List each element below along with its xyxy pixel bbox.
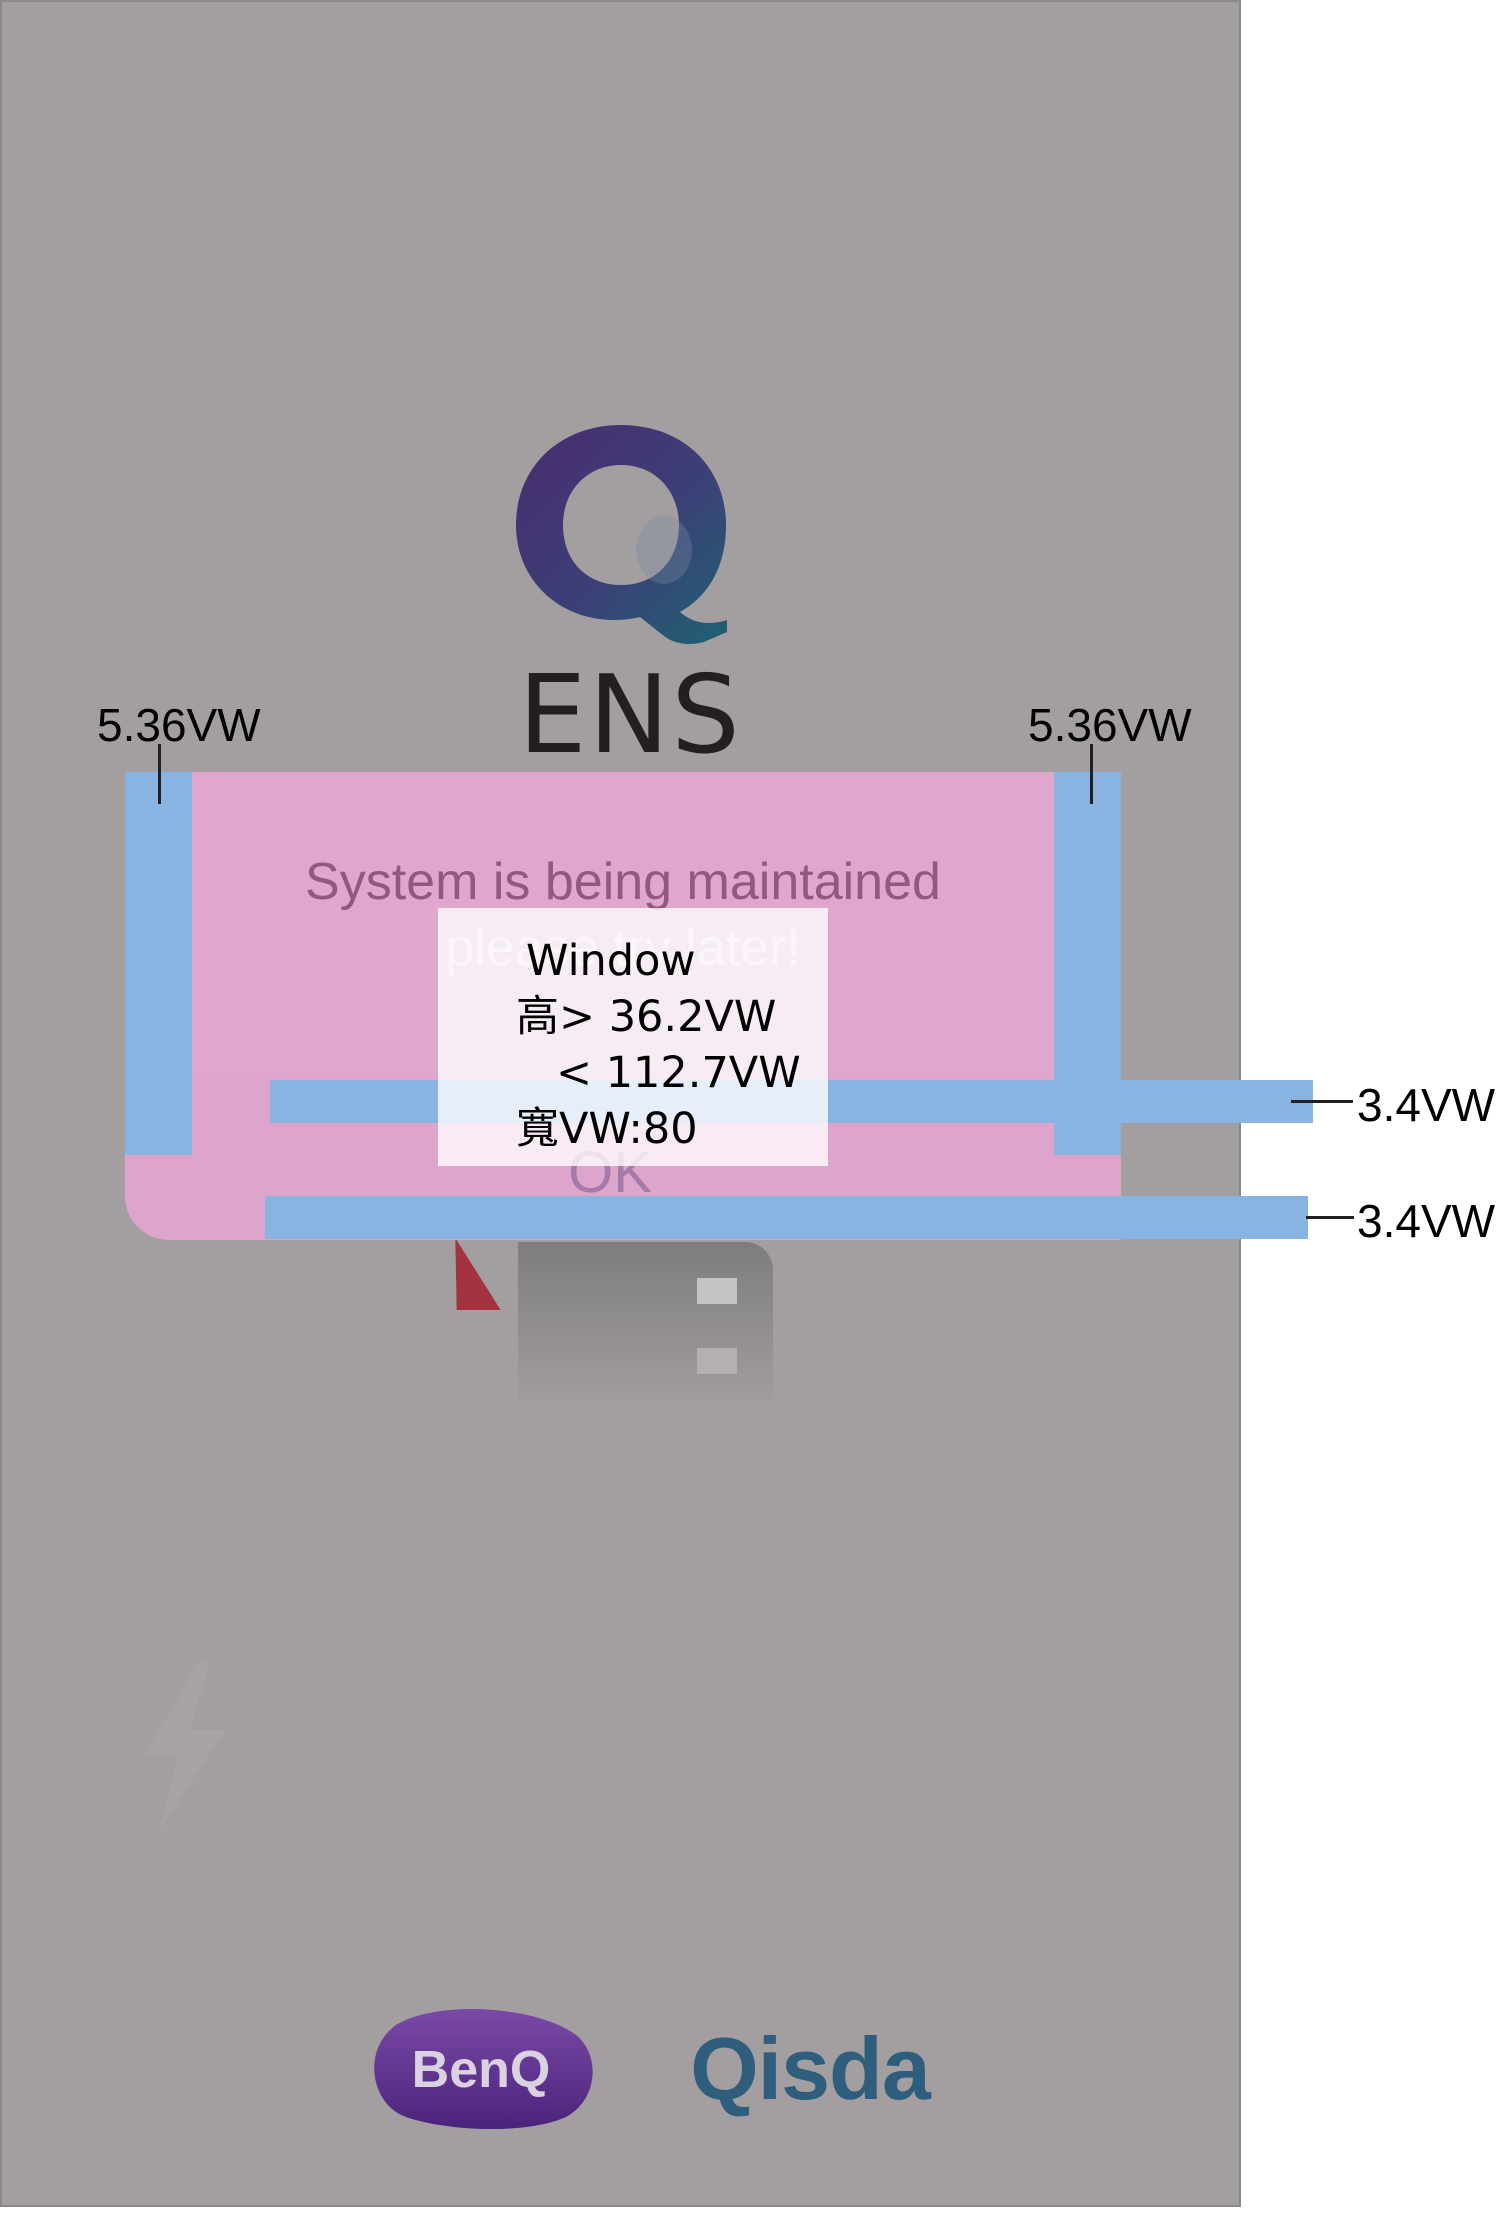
illustration-window-shape [697,1348,737,1374]
row1-height-label: 3.4VW [1357,1079,1496,1131]
row2-height-label: 3.4VW [1357,1195,1496,1247]
illustration-window-shape [697,1278,737,1304]
window-spec-title: Window [526,936,696,986]
benq-logo: BenQ [374,2008,593,2130]
bottom-row-height-marker [265,1196,1308,1239]
dialog-message-line1: System is being maintained [305,853,941,911]
left-width-label: 5.36VW [97,699,261,751]
row2-dimension-tick [1306,1216,1354,1219]
row1-dimension-tick [1291,1100,1353,1103]
left-margin-marker [125,772,192,1155]
svg-text:BenQ: BenQ [412,2041,551,2099]
window-width-spec: 寬VW:80 [516,1104,698,1154]
ens-logo-text: ENS [518,653,742,778]
window-height-max: < 112.7VW [556,1048,801,1098]
left-dimension-tick [158,744,161,804]
q-logo-icon [516,425,727,644]
window-height-min: 高> 36.2VW [516,992,777,1042]
right-width-label: 5.36VW [1028,699,1192,751]
qisda-logo: Qisda [690,2019,931,2118]
lightning-icon [145,1660,225,1830]
illustration-house-shape [518,1242,773,1412]
right-dimension-tick [1090,744,1093,804]
